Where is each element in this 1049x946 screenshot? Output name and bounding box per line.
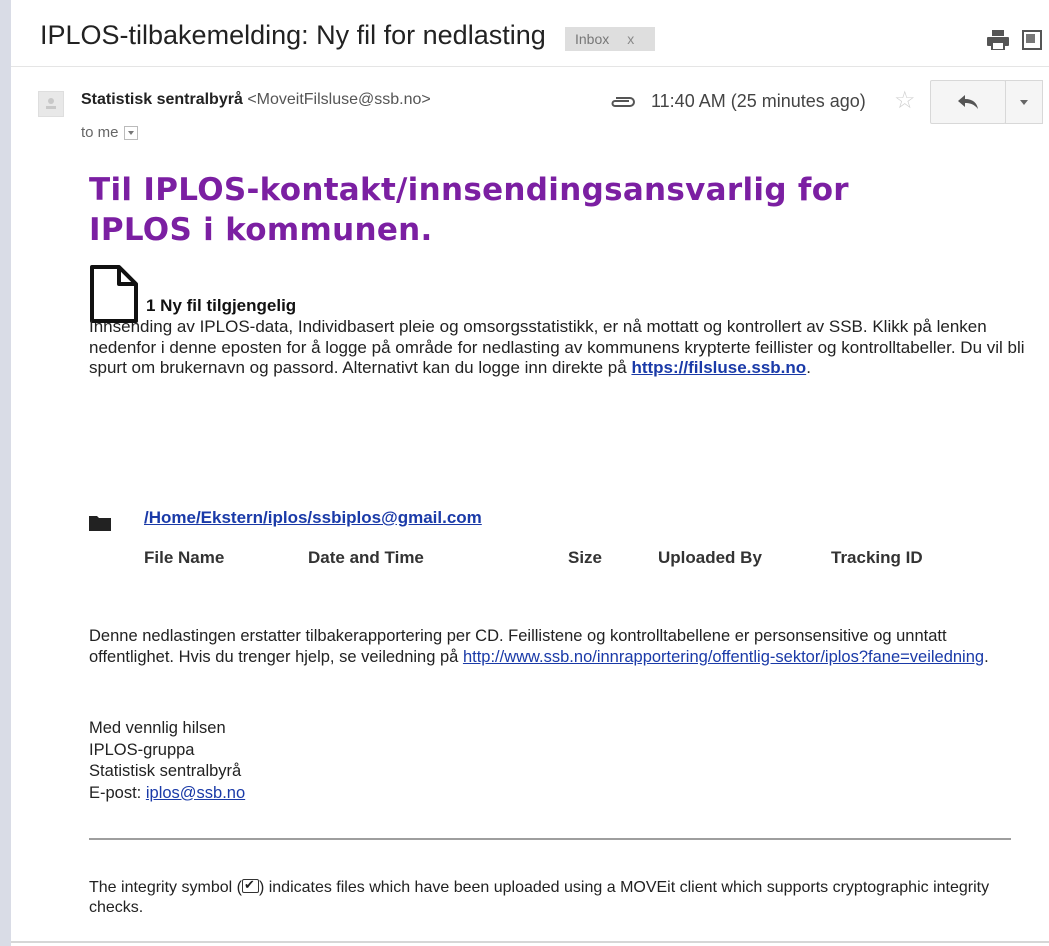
integrity-footnote: The integrity symbol () indicates files …: [89, 875, 1024, 918]
recipient-details[interactable]: to me: [81, 124, 138, 141]
integrity-check-icon: [241, 875, 259, 895]
filsluse-link[interactable]: https://filsluse.ssb.no: [631, 358, 806, 377]
left-border: [0, 0, 11, 946]
document-icon: [90, 265, 138, 323]
column-size: Size: [568, 548, 603, 567]
sender-avatar[interactable]: [38, 91, 64, 117]
column-uploaded-by: Uploaded By: [658, 548, 762, 567]
signature-team: IPLOS-gruppa: [89, 740, 195, 759]
attachment-icon: [611, 97, 635, 107]
sender-email: <MoveitFilsluse@ssb.no>: [247, 91, 431, 108]
avatar-icon: [46, 98, 56, 109]
reply-button[interactable]: [930, 80, 1006, 124]
signature-greeting: Med vennlig hilsen: [89, 719, 226, 737]
folder-icon: [89, 516, 111, 531]
footer-divider: [89, 838, 1011, 840]
guidance-link[interactable]: http://www.ssb.no/innrapportering/offent…: [463, 648, 984, 666]
notice-end: .: [984, 647, 989, 666]
show-details-icon[interactable]: [123, 125, 138, 140]
signature-email-link[interactable]: iplos@ssb.no: [146, 784, 245, 802]
message-heading: Til IPLOS-kontakt/innsendingsansvarlig f…: [89, 172, 849, 249]
print-icon[interactable]: [987, 30, 1009, 50]
signature-org: Statistisk sentralbyrå: [89, 762, 242, 780]
sender-name[interactable]: Statistisk sentralbyrå: [81, 91, 243, 108]
signature-email-line: E-post: iplos@ssb.no: [89, 783, 245, 805]
footnote-text-start: The integrity symbol (: [89, 879, 242, 896]
email-timestamp: 11:40 AM (25 minutes ago): [651, 91, 866, 111]
star-icon[interactable]: ☆: [894, 86, 916, 115]
email-subject: IPLOS-tilbakemelding: Ny fil for nedlast…: [40, 20, 546, 50]
intro-paragraph: Innsending av IPLOS-data, Individbasert …: [89, 317, 1034, 379]
folder-path-link[interactable]: /Home/Ekstern/iplos/ssbiplos@gmail.com: [144, 508, 482, 528]
files-available-title: 1 Ny fil tilgjengelig: [146, 296, 297, 315]
notice-paragraph: Denne nedlastingen erstatter tilbakerapp…: [89, 626, 989, 667]
column-file-name: File Name: [144, 548, 225, 567]
reply-icon: [958, 95, 978, 109]
inbox-label[interactable]: Inbox x: [565, 27, 655, 51]
sender[interactable]: Statistisk sentralbyrå <MoveitFilsluse@s…: [81, 91, 431, 109]
new-window-icon[interactable]: [1022, 30, 1042, 50]
remove-label-button[interactable]: x: [627, 31, 634, 47]
bottom-border: [11, 941, 1049, 943]
intro-text: Innsending av IPLOS-data, Individbasert …: [89, 317, 1025, 377]
more-options-button[interactable]: [1005, 80, 1043, 124]
more-icon: [1020, 99, 1028, 105]
header-divider: [11, 66, 1049, 67]
signature: Med vennlig hilsen IPLOS-gruppa Statisti…: [89, 718, 245, 804]
intro-end: .: [806, 358, 811, 377]
inbox-label-text: Inbox: [575, 31, 610, 47]
column-date-time: Date and Time: [308, 548, 424, 567]
column-tracking-id: Tracking ID: [831, 548, 923, 567]
recipient-label: to me: [81, 124, 119, 141]
signature-email-label: E-post:: [89, 783, 146, 802]
